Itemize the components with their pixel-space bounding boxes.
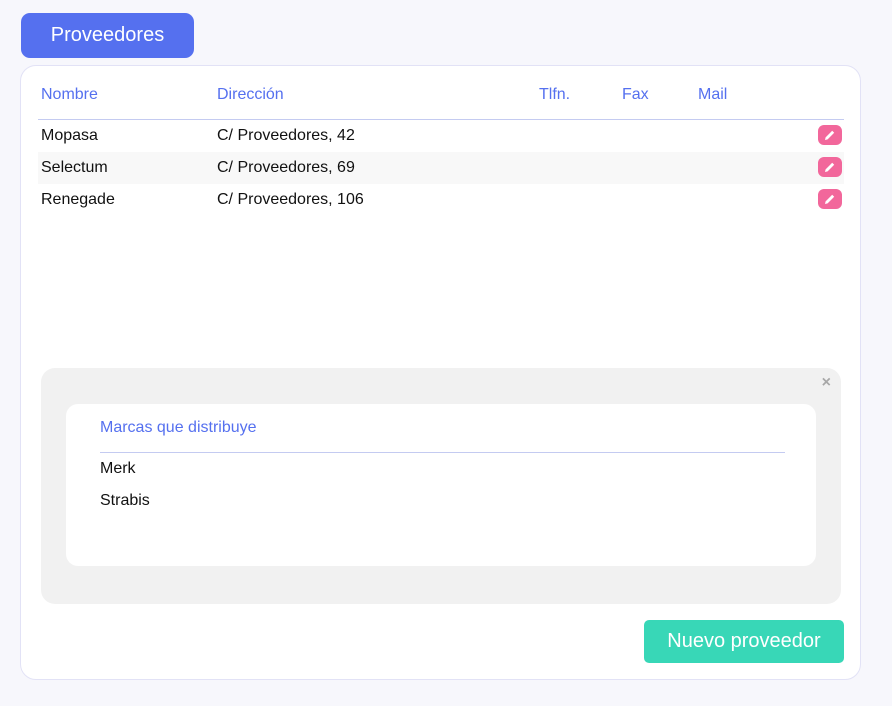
supplier-name: Selectum: [41, 159, 108, 176]
brands-header: Marcas que distribuye: [100, 418, 785, 453]
table-row: Selectum C/ Proveedores, 69: [38, 152, 844, 184]
brands-card: Marcas que distribuye Merk Strabis: [66, 404, 816, 566]
table-row: Renegade C/ Proveedores, 106: [38, 184, 844, 216]
supplier-name: Mopasa: [41, 127, 98, 144]
column-header-nombre: Nombre: [41, 86, 98, 103]
table-header: Nombre Dirección Tlfn. Fax Mail: [38, 84, 844, 120]
close-icon[interactable]: ×: [822, 374, 831, 392]
supplier-address: C/ Proveedores, 106: [217, 191, 364, 208]
supplier-name: Renegade: [41, 191, 115, 208]
list-item: Strabis: [100, 492, 150, 509]
list-item: Merk: [100, 460, 136, 477]
column-header-tlfn: Tlfn.: [539, 86, 571, 103]
supplier-address: C/ Proveedores, 69: [217, 159, 355, 176]
suppliers-card: Nombre Dirección Tlfn. Fax Mail Mopasa C…: [20, 65, 861, 680]
edit-button[interactable]: [818, 125, 842, 145]
supplier-address: C/ Proveedores, 42: [217, 127, 355, 144]
table-row: Mopasa C/ Proveedores, 42: [38, 120, 844, 152]
pencil-icon: [825, 162, 835, 172]
pencil-icon: [825, 194, 835, 204]
edit-button[interactable]: [818, 157, 842, 177]
new-supplier-button[interactable]: Nuevo proveedor: [644, 620, 844, 663]
brands-detail-panel: × Marcas que distribuye Merk Strabis: [41, 368, 841, 604]
column-header-mail: Mail: [698, 86, 728, 103]
column-header-fax: Fax: [622, 86, 649, 103]
pencil-icon: [825, 130, 835, 140]
edit-button[interactable]: [818, 189, 842, 209]
column-header-direccion: Dirección: [217, 86, 284, 103]
page-title-tab[interactable]: Proveedores: [21, 13, 194, 58]
brands-heading: Marcas que distribuye: [100, 419, 257, 436]
